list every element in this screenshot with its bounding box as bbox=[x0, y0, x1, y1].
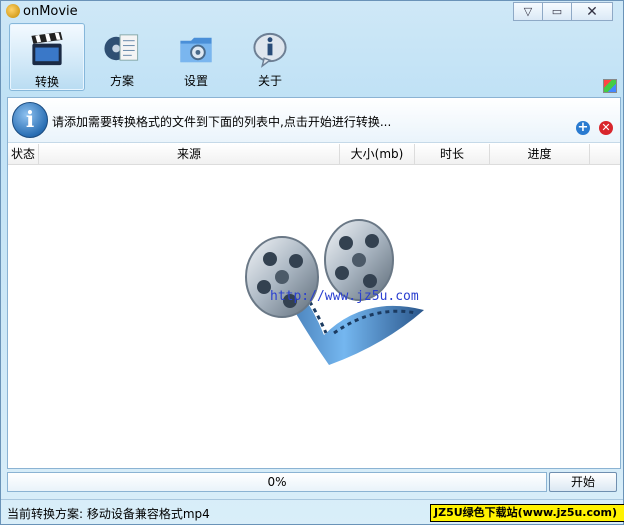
theme-color-icon[interactable] bbox=[603, 79, 617, 93]
info-bar: i 请添加需要转换格式的文件到下面的列表中,点击开始进行转换... + ✕ bbox=[8, 98, 620, 143]
dropdown-menu-button[interactable]: ▽ bbox=[513, 2, 543, 21]
watermark-text: http://www.jz5u.com bbox=[270, 289, 419, 304]
close-icon: ✕ bbox=[586, 3, 598, 20]
tab-convert[interactable]: 转换 bbox=[9, 23, 85, 91]
info-icon: i bbox=[12, 102, 48, 138]
chevron-down-icon: ▽ bbox=[523, 5, 533, 18]
app-title: onMovie bbox=[23, 4, 78, 19]
column-header-source[interactable]: 来源 bbox=[39, 144, 340, 164]
title-bar[interactable]: onMovie ▽ ▭ ✕ bbox=[1, 1, 623, 23]
remove-file-icon[interactable]: ✕ bbox=[599, 121, 613, 135]
tab-about-label: 关于 bbox=[257, 74, 282, 88]
tab-convert-label: 转换 bbox=[34, 75, 59, 89]
tab-about[interactable]: 关于 bbox=[233, 23, 307, 89]
conversion-progress-bar: 0% bbox=[7, 472, 547, 492]
file-list[interactable]: http://www.jz5u.com bbox=[8, 165, 620, 468]
start-button[interactable]: 开始 bbox=[549, 472, 617, 492]
minimize-icon: ▭ bbox=[551, 5, 563, 18]
tab-scheme-label: 方案 bbox=[109, 74, 134, 88]
add-file-icon[interactable]: + bbox=[576, 121, 590, 135]
current-scheme-status: 当前转换方案: 移动设备兼容格式mp4 bbox=[7, 507, 210, 521]
close-button[interactable]: ✕ bbox=[571, 2, 613, 21]
column-header-duration[interactable]: 时长 bbox=[415, 144, 490, 164]
scheme-icon bbox=[104, 34, 139, 61]
main-toolbar: 转换 方案 设置 关于 bbox=[9, 23, 307, 93]
column-header-size[interactable]: 大小(mb) bbox=[340, 144, 415, 164]
status-bar: 当前转换方案: 移动设备兼容格式mp4 JZ5U绿色下载站(www.jz5u.c… bbox=[1, 499, 624, 525]
clapperboard-icon bbox=[31, 31, 63, 66]
settings-folder-icon bbox=[180, 37, 212, 63]
tab-settings-label: 设置 bbox=[183, 74, 208, 88]
column-header-status[interactable]: 状态 bbox=[8, 144, 39, 164]
minimize-button[interactable]: ▭ bbox=[542, 2, 572, 21]
app-window: onMovie ▽ ▭ ✕ 转换 方案 设置 关于 i 请添加需要转换格式的文件… bbox=[0, 0, 624, 525]
column-header-progress[interactable]: 进度 bbox=[490, 144, 590, 164]
tab-settings[interactable]: 设置 bbox=[159, 23, 233, 89]
tab-scheme[interactable]: 方案 bbox=[85, 23, 159, 89]
site-watermark-badge: JZ5U绿色下载站(www.jz5u.com) bbox=[430, 504, 624, 522]
app-logo-icon bbox=[6, 4, 20, 18]
file-table-header: 状态 来源 大小(mb) 时长 进度 bbox=[8, 144, 620, 165]
info-message: 请添加需要转换格式的文件到下面的列表中,点击开始进行转换... bbox=[52, 115, 392, 129]
window-controls: ▽ ▭ ✕ bbox=[513, 2, 613, 21]
conversion-panel: i 请添加需要转换格式的文件到下面的列表中,点击开始进行转换... + ✕ 状态… bbox=[7, 97, 621, 469]
about-info-icon bbox=[253, 32, 287, 68]
